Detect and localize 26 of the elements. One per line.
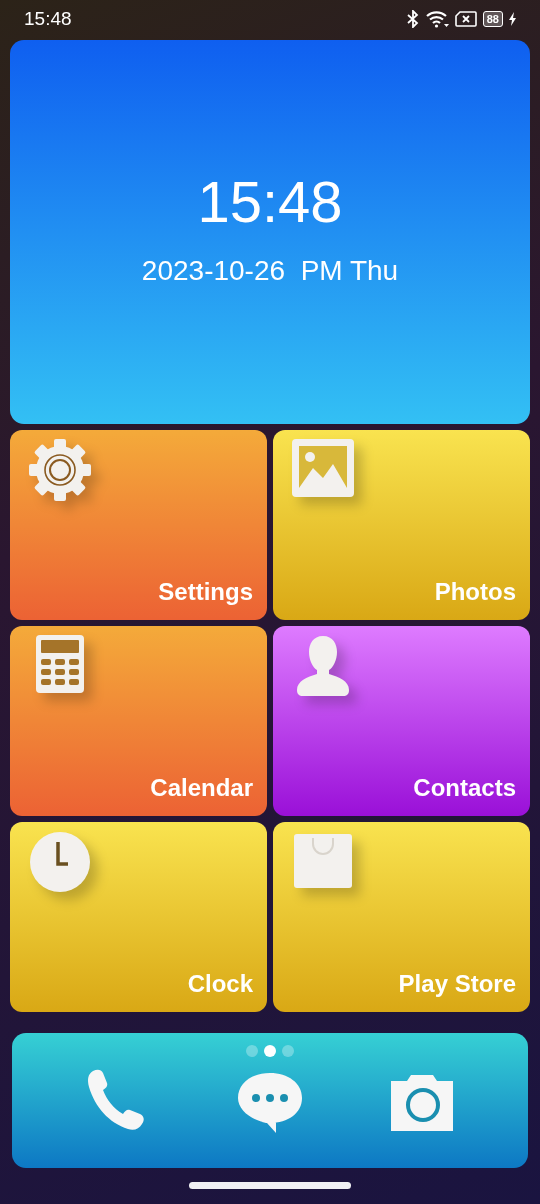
page-dot[interactable] <box>264 1045 276 1057</box>
app-tile[interactable]: Play Store <box>273 822 530 1012</box>
app-tile[interactable]: Calendar <box>10 626 267 816</box>
clock-widget[interactable]: 15:48 2023-10-26 PM Thu <box>10 40 530 424</box>
tile-label: Calendar <box>150 774 253 802</box>
app-tile[interactable]: Clock <box>10 822 267 1012</box>
clock-date: 2023-10-26 PM Thu <box>141 255 399 287</box>
tile-label: Play Store <box>398 970 516 998</box>
app-tile[interactable]: Photos <box>273 430 530 620</box>
gear-icon <box>28 438 92 502</box>
tile-label: Contacts <box>413 774 516 802</box>
charging-icon <box>509 12 516 26</box>
tile-label: Settings <box>158 578 253 606</box>
battery-level: 88 <box>486 13 499 25</box>
tile-label: Photos <box>434 578 516 606</box>
wifi-icon <box>424 10 449 28</box>
status-time: 15:48 <box>24 8 72 30</box>
page-dot[interactable] <box>246 1045 258 1057</box>
page-dot[interactable] <box>282 1045 294 1057</box>
bluetooth-icon <box>406 10 419 28</box>
clock-icon <box>28 830 92 894</box>
tile-label: Clock <box>187 970 253 998</box>
app-tile[interactable]: Settings <box>10 430 267 620</box>
no-sim-icon <box>454 11 477 27</box>
app-tile[interactable]: Contacts <box>273 626 530 816</box>
clock-time: 15:48 <box>197 168 343 235</box>
